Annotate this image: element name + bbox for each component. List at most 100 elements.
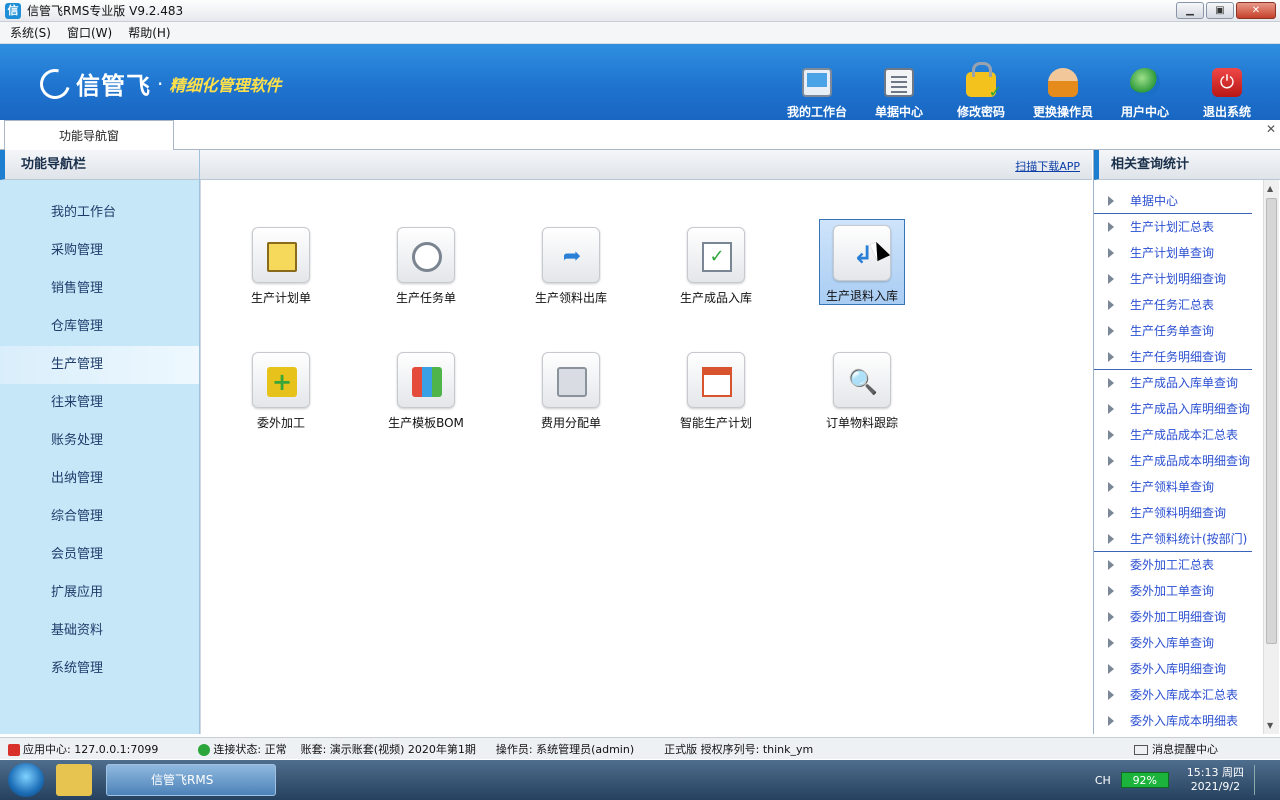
rms-taskbar-button[interactable]: 信管飞RMS <box>106 764 276 796</box>
scan-download-app-link[interactable]: 扫描下载APP <box>1015 158 1080 174</box>
scroll-up-icon[interactable]: ▲ <box>1267 184 1273 193</box>
nav-item-accounts[interactable]: 往来管理 <box>0 384 199 422</box>
app-center-icon <box>8 743 20 756</box>
toolbar-my-workbench-button[interactable]: 我的工作台 <box>776 44 858 120</box>
function-order-material-tracking[interactable]: 🔍 订单物料跟踪 <box>819 347 905 431</box>
function-material-issue[interactable]: ➦ 生产领料出库 <box>528 222 614 306</box>
nav-item-purchase[interactable]: 采购管理 <box>0 232 199 270</box>
nav-item-workbench[interactable]: 我的工作台 <box>0 194 199 232</box>
query-item[interactable]: 生产成品入库单查询 <box>1094 370 1262 396</box>
nav-item-general[interactable]: 综合管理 <box>0 498 199 536</box>
main-header: 扫描下载APP <box>200 150 1092 180</box>
query-item[interactable]: 委外加工汇总表 <box>1094 552 1262 578</box>
query-item[interactable]: 生产领料统计(按部门) <box>1094 526 1252 552</box>
window-controls: ▁ ▣ ✕ <box>1176 2 1276 19</box>
function-production-plan[interactable]: 生产计划单 <box>238 222 324 306</box>
query-list: 单据中心 生产计划汇总表 生产计划单查询 生产计划明细查询 生产任务汇总表 生产… <box>1094 188 1262 734</box>
query-item[interactable]: 单据中心 <box>1094 188 1252 214</box>
clock-doc-icon <box>397 227 455 283</box>
toolbar-label: 用户中心 <box>1120 105 1169 119</box>
nav-item-ledger[interactable]: 账务处理 <box>0 422 199 460</box>
notepad-icon <box>252 227 310 283</box>
file-explorer-taskbar-icon[interactable] <box>56 764 92 796</box>
show-desktop-button[interactable] <box>1254 765 1276 795</box>
connection-status: 连接状态: 正常 <box>198 741 287 757</box>
calendar-icon <box>687 352 745 408</box>
scroll-down-icon[interactable]: ▼ <box>1267 721 1273 730</box>
battery-indicator[interactable]: 92% <box>1120 772 1169 788</box>
function-cost-allocation[interactable]: 费用分配单 <box>528 347 614 431</box>
close-tab-icon[interactable]: ✕ <box>1266 122 1276 136</box>
header-banner: 信管飞 · 精细化管理软件 我的工作台 单据中心 修改密码 更换操作员 用户中心… <box>0 44 1280 120</box>
logo-mark-icon <box>34 63 76 104</box>
query-item[interactable]: 生产成品成本汇总表 <box>1094 422 1262 448</box>
window-title: 信管飞RMS专业版 V9.2.483 <box>27 4 184 18</box>
query-item[interactable]: 生产成品成本明细查询 <box>1094 448 1262 474</box>
query-item[interactable]: 生产计划明细查询 <box>1094 266 1262 292</box>
query-item[interactable]: 生产任务单查询 <box>1094 318 1262 344</box>
toolbar-label: 退出系统 <box>1202 105 1251 119</box>
nav-item-basic-data[interactable]: 基础资料 <box>0 612 199 650</box>
query-item[interactable]: 委外入库成本汇总表 <box>1094 682 1262 708</box>
close-button[interactable]: ✕ <box>1236 2 1276 19</box>
function-smart-production-plan[interactable]: 智能生产计划 <box>673 347 759 431</box>
message-center-button[interactable]: 消息提醒中心 <box>1134 741 1218 757</box>
query-item[interactable]: 委外入库成本明细表 <box>1094 708 1262 734</box>
nav-item-cashier[interactable]: 出纳管理 <box>0 460 199 498</box>
nav-item-extensions[interactable]: 扩展应用 <box>0 574 199 612</box>
main-content: 扫描下载APP 生产计划单 生产任务单 ➦ 生产领料出库 ✓ 生产成品入库 ↲ … <box>200 150 1092 734</box>
system-tray: CH 92% 15:13 周四 2021/9/2 <box>1095 760 1280 800</box>
scroll-thumb[interactable] <box>1266 198 1277 644</box>
toolbar-document-center-button[interactable]: 单据中心 <box>858 44 940 120</box>
logo-text: 信管飞 <box>76 72 151 100</box>
title-bar: 信 信管飞RMS专业版 V9.2.483 ▁ ▣ ✕ <box>0 0 1280 22</box>
query-item[interactable]: 生产计划单查询 <box>1094 240 1262 266</box>
query-item[interactable]: 生产领料单查询 <box>1094 474 1262 500</box>
query-item[interactable]: 生产任务明细查询 <box>1094 344 1252 370</box>
query-item[interactable]: 委外加工明细查询 <box>1094 604 1262 630</box>
ime-indicator[interactable]: CH <box>1095 774 1111 787</box>
app-icon: 信 <box>5 2 21 19</box>
start-button[interactable] <box>8 763 44 797</box>
toolbar-change-password-button[interactable]: 修改密码 <box>940 44 1022 120</box>
query-item[interactable]: 委外加工单查询 <box>1094 578 1262 604</box>
function-material-return[interactable]: ↲ 生产退料入库 <box>819 219 905 305</box>
query-item[interactable]: 委外入库单查询 <box>1094 630 1262 656</box>
header-toolbar: 我的工作台 单据中心 修改密码 更换操作员 用户中心 退出系统 <box>776 44 1268 120</box>
function-bom-template[interactable]: 生产模板BOM <box>383 347 469 431</box>
query-item[interactable]: 生产成品入库明细查询 <box>1094 396 1262 422</box>
function-finished-goods-receipt[interactable]: ✓ 生产成品入库 <box>673 222 759 306</box>
query-item[interactable]: 委外入库明细查询 <box>1094 656 1262 682</box>
bom-icon <box>397 352 455 408</box>
envelope-icon <box>1134 745 1148 755</box>
nav-item-warehouse[interactable]: 仓库管理 <box>0 308 199 346</box>
toolbar-exit-button[interactable]: 退出系统 <box>1186 44 1268 120</box>
query-item[interactable]: 生产任务汇总表 <box>1094 292 1262 318</box>
power-icon <box>1212 68 1242 97</box>
nav-item-members[interactable]: 会员管理 <box>0 536 199 574</box>
app-center-text: 应用中心: 127.0.0.1:7099 <box>23 742 159 756</box>
menu-window[interactable]: 窗口(W) <box>67 24 112 41</box>
clock-time: 15:13 周四 <box>1186 766 1244 779</box>
function-label: 生产模板BOM <box>388 416 464 430</box>
query-list-scrollbar[interactable]: ▲ ▼ <box>1263 180 1279 734</box>
toolbar-user-center-button[interactable]: 用户中心 <box>1104 44 1186 120</box>
toolbar-switch-operator-button[interactable]: 更换操作员 <box>1022 44 1104 120</box>
function-label: 智能生产计划 <box>679 416 752 430</box>
tab-function-navigation[interactable]: 功能导航窗 <box>4 120 174 151</box>
function-label: 生产退料入库 <box>825 289 898 303</box>
nav-item-production[interactable]: 生产管理 <box>0 346 199 384</box>
nav-item-system[interactable]: 系统管理 <box>0 650 199 688</box>
lock-icon <box>966 62 1002 101</box>
calculator-icon <box>542 352 600 408</box>
minimize-button[interactable]: ▁ <box>1176 2 1204 19</box>
menu-help[interactable]: 帮助(H) <box>128 24 170 41</box>
maximize-button[interactable]: ▣ <box>1206 2 1234 19</box>
nav-item-sales[interactable]: 销售管理 <box>0 270 199 308</box>
query-item[interactable]: 生产计划汇总表 <box>1094 214 1262 240</box>
function-outsourcing[interactable]: + 委外加工 <box>238 347 324 431</box>
menu-system[interactable]: 系统(S) <box>10 24 51 41</box>
query-item[interactable]: 生产领料明细查询 <box>1094 500 1262 526</box>
function-production-task[interactable]: 生产任务单 <box>383 222 469 306</box>
clock[interactable]: 15:13 周四 2021/9/2 <box>1187 766 1244 794</box>
